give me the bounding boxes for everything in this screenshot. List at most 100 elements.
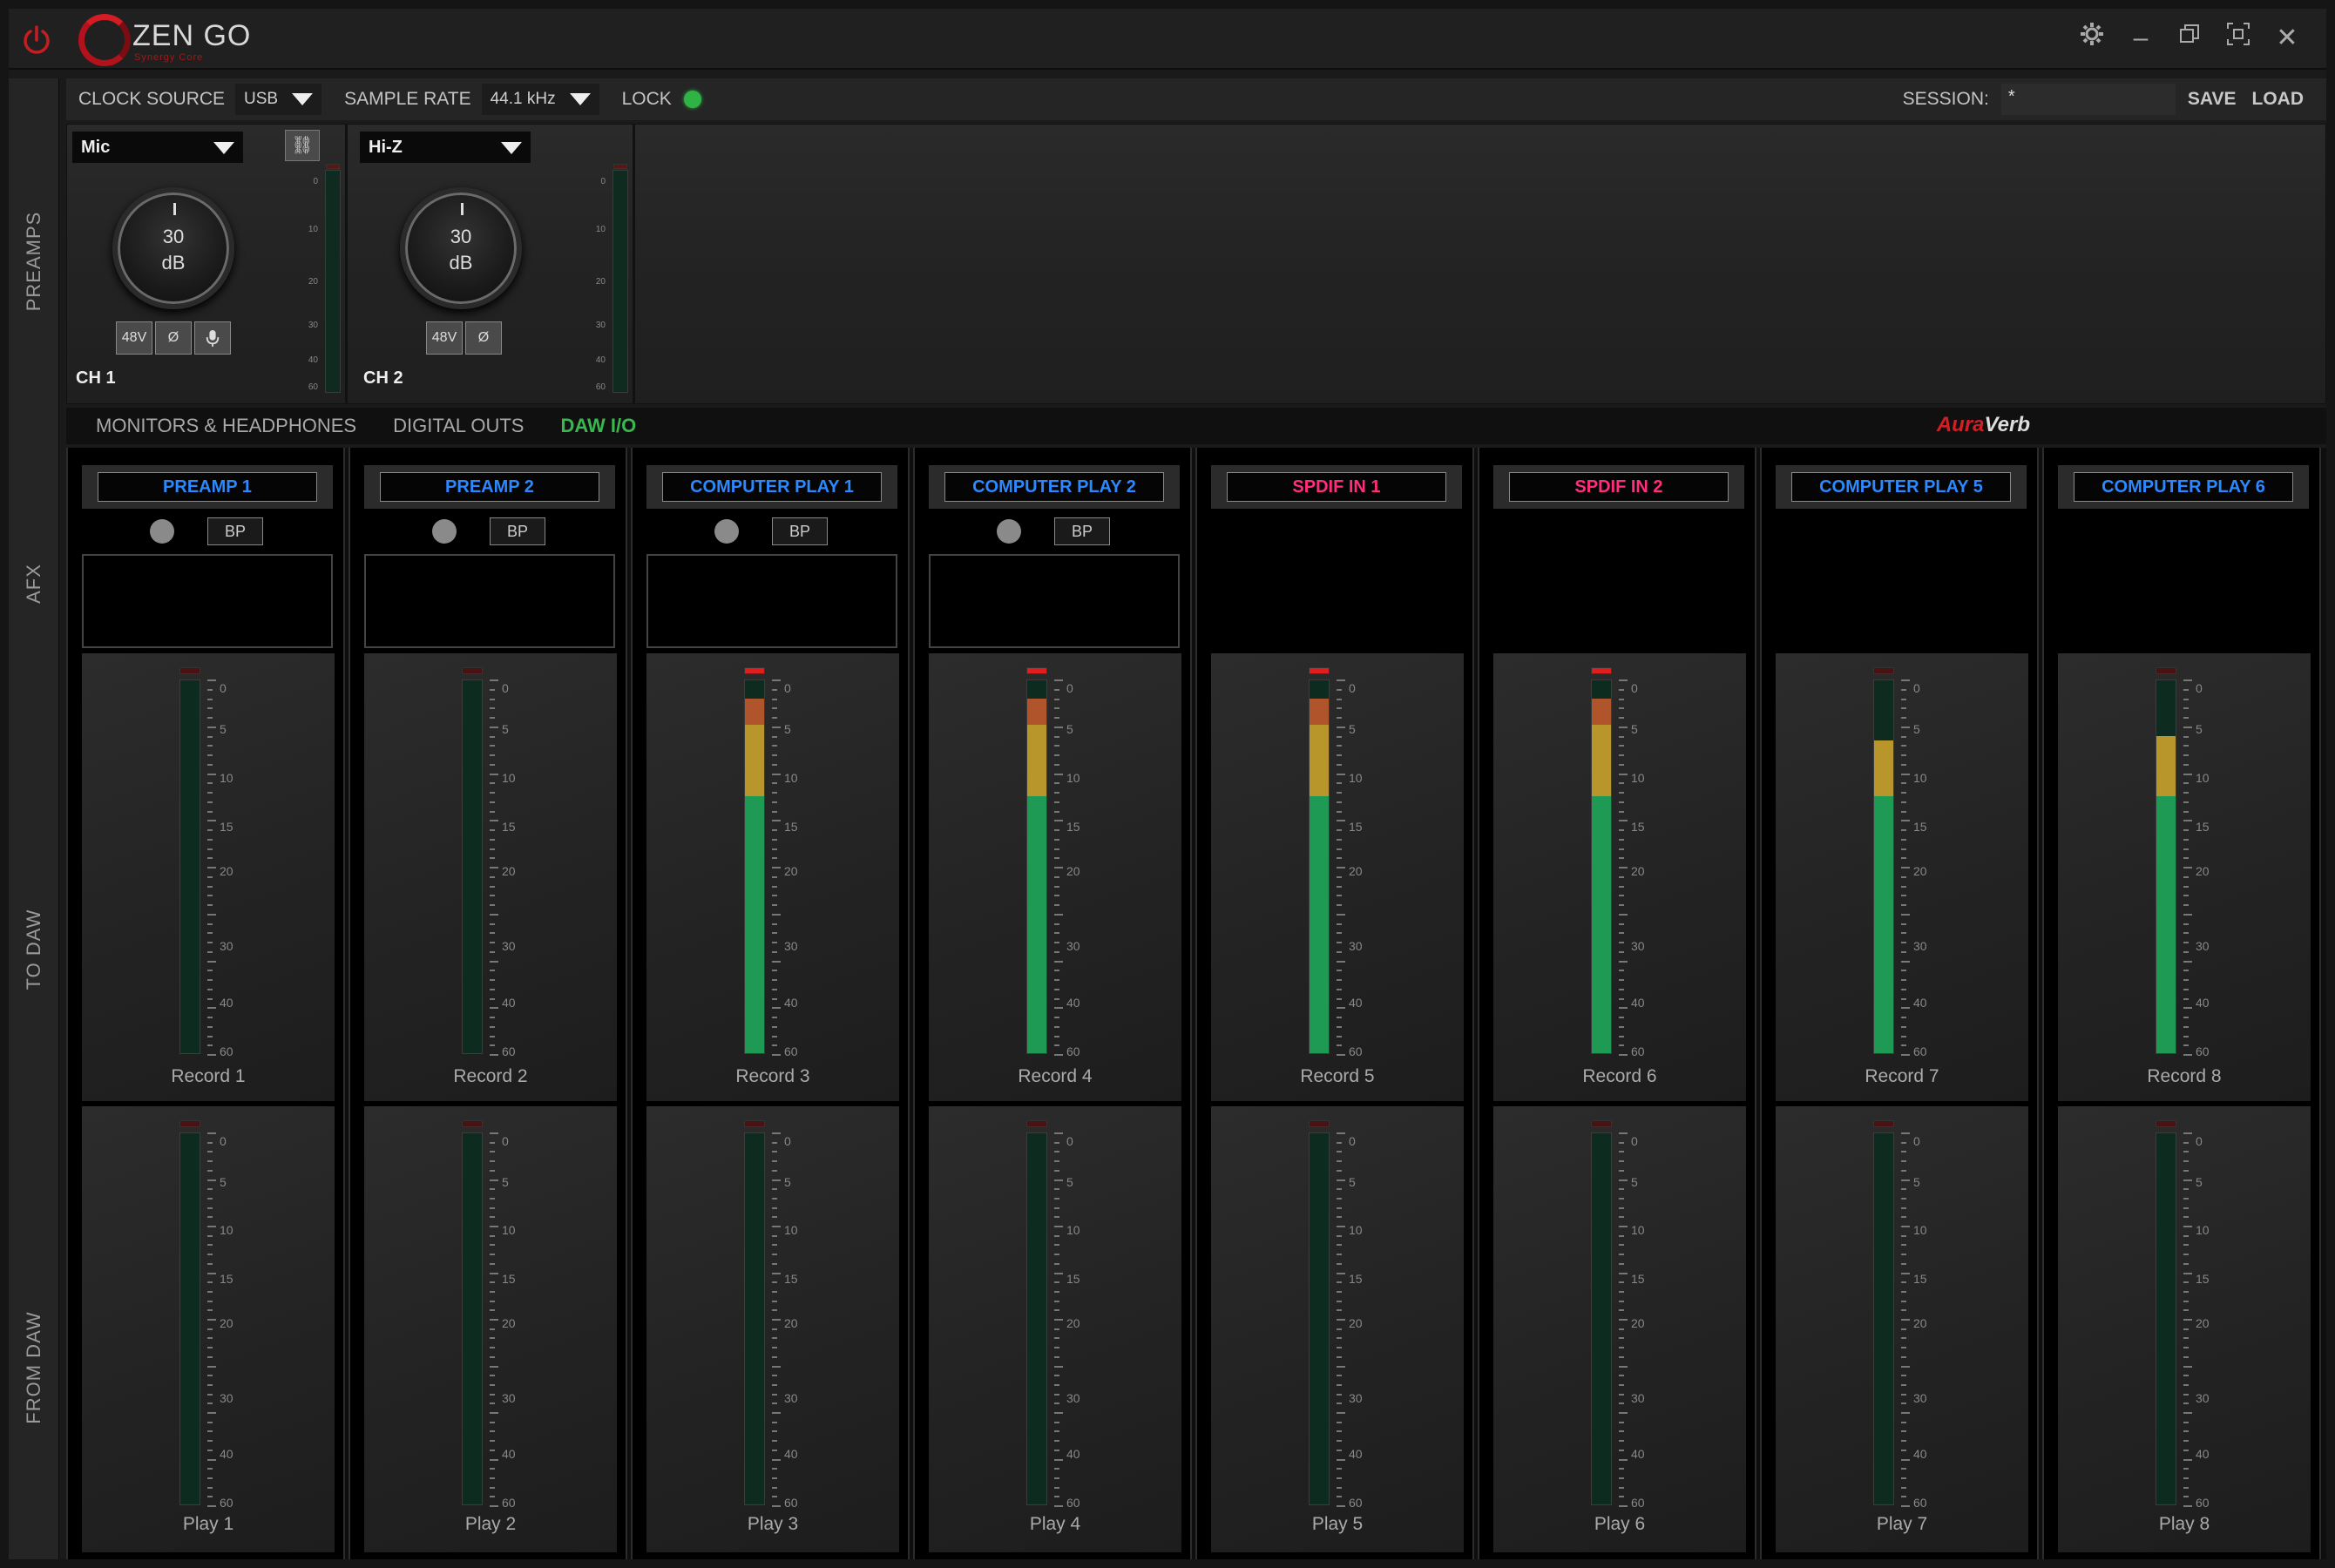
- scale-label: 0: [1066, 680, 1073, 695]
- scale-tick: [2183, 932, 2189, 935]
- scale-tick: [772, 1054, 781, 1056]
- channel-name[interactable]: SPDIF IN 2: [1509, 472, 1729, 502]
- power-icon[interactable]: [19, 23, 54, 57]
- side-tab-to-daw[interactable]: TO DAW: [9, 723, 59, 1176]
- scale-tick: [2183, 848, 2189, 850]
- save-button[interactable]: SAVE: [2188, 89, 2237, 110]
- phase-invert-button[interactable]: Ø: [465, 321, 502, 355]
- bypass-button[interactable]: BP: [1054, 517, 1110, 545]
- gain-knob[interactable]: 30 dB: [112, 187, 234, 309]
- side-tab-afx[interactable]: AFX: [9, 444, 59, 723]
- scale-tick: [490, 857, 495, 860]
- scale-tick: [207, 1188, 213, 1191]
- fullscreen-icon[interactable]: [2225, 21, 2251, 56]
- scale-label: 20: [1349, 1316, 1363, 1331]
- scale-tick: [1337, 1430, 1342, 1433]
- scale-tick: [1337, 932, 1342, 935]
- session-input[interactable]: *: [2000, 84, 2176, 115]
- fx-slot[interactable]: [929, 554, 1180, 648]
- channel-name[interactable]: PREAMP 2: [380, 472, 599, 502]
- scale-tick: [1619, 1355, 1624, 1358]
- scale-tick: [1337, 1440, 1342, 1443]
- channel-name[interactable]: COMPUTER PLAY 2: [944, 472, 1164, 502]
- bypass-button[interactable]: BP: [490, 517, 545, 545]
- scale-tick: [772, 1430, 777, 1433]
- scale-tick: [2183, 857, 2189, 860]
- fx-slot[interactable]: [646, 554, 897, 648]
- load-button[interactable]: LOAD: [2252, 89, 2305, 110]
- scale-tick: [1901, 754, 1906, 756]
- scale-label: 0: [1631, 1133, 1638, 1148]
- phantom-power-button[interactable]: 48V: [116, 321, 152, 355]
- phase-invert-button[interactable]: Ø: [155, 321, 192, 355]
- bypass-button[interactable]: BP: [207, 517, 263, 545]
- scale-label: 0: [784, 1133, 791, 1148]
- scale-label: 30: [784, 1390, 798, 1405]
- scale-tick: [1337, 857, 1342, 860]
- scale-tick: [207, 1044, 213, 1047]
- scale-label: 40: [220, 995, 234, 1010]
- side-tab-preamps[interactable]: PREAMPS: [9, 78, 59, 444]
- fx-slot[interactable]: [364, 554, 615, 648]
- scale-label: 40: [220, 1447, 234, 1462]
- channel-name[interactable]: SPDIF IN 1: [1227, 472, 1446, 502]
- scale-tick: [207, 867, 216, 868]
- scale-tick: [490, 867, 498, 868]
- scale-tick: [2183, 801, 2189, 803]
- channel-name[interactable]: PREAMP 1: [98, 472, 317, 502]
- fx-enable-toggle[interactable]: [997, 519, 1021, 544]
- scale-tick: [1337, 801, 1342, 803]
- gain-value: 30: [450, 226, 472, 247]
- clock-source-dropdown[interactable]: USB: [235, 84, 322, 115]
- scale-tick: [1901, 726, 1910, 728]
- restore-icon[interactable]: [2176, 21, 2203, 56]
- tab-daw-io[interactable]: DAW I/O: [560, 415, 636, 437]
- scale-tick: [1619, 1262, 1624, 1265]
- fx-slot[interactable]: [82, 554, 333, 648]
- scale-tick: [2183, 1468, 2189, 1470]
- minimize-icon[interactable]: –: [2128, 21, 2154, 56]
- input-type-dropdown[interactable]: Mic: [72, 132, 243, 163]
- scale-tick: [1901, 997, 1906, 1000]
- bypass-button[interactable]: BP: [772, 517, 828, 545]
- auraverb-logo[interactable]: AuraVerb: [1937, 413, 2030, 437]
- play-label: Play 2: [464, 1514, 517, 1534]
- mic-icon[interactable]: [194, 321, 231, 355]
- scale-tick: [1054, 1337, 1059, 1340]
- phantom-power-button[interactable]: 48V: [426, 321, 463, 355]
- scale-tick: [1337, 1383, 1342, 1386]
- gain-knob[interactable]: 30 dB: [400, 187, 522, 309]
- sample-rate-dropdown[interactable]: 44.1 kHz: [481, 84, 599, 115]
- gear-icon[interactable]: [2079, 21, 2105, 56]
- play-label: Play 8: [2158, 1514, 2210, 1534]
- scale-tick: [1901, 1337, 1906, 1340]
- scale-tick: [1337, 754, 1342, 756]
- scale-tick: [2183, 1234, 2189, 1237]
- scale-tick: [2183, 1244, 2189, 1247]
- scale-tick: [1619, 960, 1628, 963]
- tab-monitors-headphones[interactable]: MONITORS & HEADPHONES: [96, 415, 356, 437]
- tab-digital-outs[interactable]: DIGITAL OUTS: [393, 415, 524, 437]
- scale-label: 5: [784, 1174, 791, 1189]
- scale-tick: [1901, 1151, 1906, 1153]
- scale-tick: [1054, 1440, 1059, 1443]
- clip-indicator: [179, 667, 200, 674]
- scale-tick: [490, 1393, 495, 1396]
- input-type-dropdown[interactable]: Hi-Z: [360, 132, 531, 163]
- scale-tick: [772, 1281, 777, 1284]
- record-meter-panel: 0 5 10 15 20 30 40 60 Record 5: [1211, 653, 1464, 1101]
- level-meter: [1026, 679, 1047, 1054]
- close-icon[interactable]: ✕: [2274, 21, 2300, 56]
- scale-tick: [1901, 1328, 1906, 1330]
- fx-enable-toggle[interactable]: [150, 519, 174, 544]
- channel-name[interactable]: COMPUTER PLAY 1: [662, 472, 882, 502]
- scale-tick: [1901, 1169, 1906, 1172]
- scale-tick: [490, 848, 495, 850]
- side-tab-from-daw[interactable]: FROM DAW: [9, 1176, 59, 1559]
- channel-name[interactable]: COMPUTER PLAY 5: [1791, 472, 2011, 502]
- link-channels-icon[interactable]: ⛓: [285, 130, 320, 161]
- fx-enable-toggle[interactable]: [714, 519, 739, 544]
- channel-name[interactable]: COMPUTER PLAY 6: [2074, 472, 2293, 502]
- fx-enable-toggle[interactable]: [432, 519, 457, 544]
- scale-tick: [490, 1272, 498, 1274]
